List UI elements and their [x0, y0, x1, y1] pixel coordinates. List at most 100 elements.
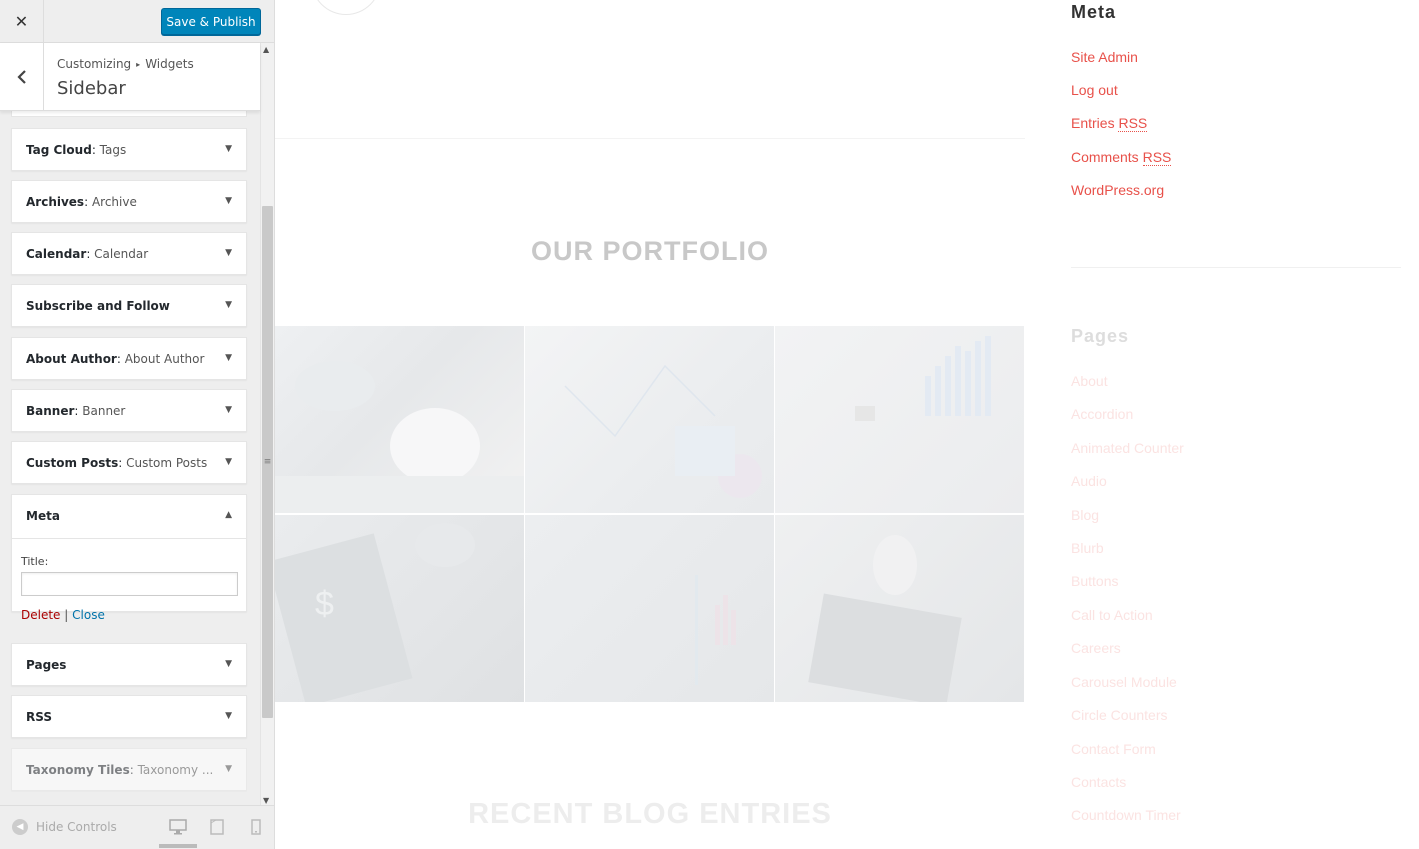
chevron-down-icon[interactable]: ▼ — [225, 764, 232, 774]
delete-link[interactable]: Delete — [21, 608, 60, 622]
pages-widget-heading: Pages — [1071, 326, 1130, 346]
widget-tag-cloud[interactable]: Tag Cloud: Tags ▼ — [11, 128, 247, 171]
blog-heading: RECENT BLOG ENTRIES — [468, 798, 832, 830]
customizer-header-actions: ✕ Save & Publish — [0, 0, 274, 43]
chevron-down-icon[interactable]: ▼ — [225, 196, 232, 206]
chevron-down-icon[interactable]: ▼ — [225, 711, 232, 721]
widget-about-author[interactable]: About Author: About Author ▼ — [11, 337, 247, 380]
portfolio-tile[interactable] — [275, 326, 524, 513]
widget-custom-posts[interactable]: Custom Posts: Custom Posts ▼ — [11, 441, 247, 484]
page-link[interactable]: Contacts — [1071, 774, 1126, 790]
chevron-down-icon[interactable]: ▼ — [225, 659, 232, 669]
panel-scrollbar[interactable]: ▲ ≡ ▼ — [260, 43, 274, 805]
site-preview: OUR PORTFOLIO $ RECENT BLOG ENTRIES Meta… — [275, 0, 1419, 849]
page-link[interactable]: Audio — [1071, 473, 1107, 489]
portfolio-tile[interactable] — [525, 515, 774, 702]
hide-controls-button[interactable]: ◀ Hide Controls — [12, 819, 117, 835]
collapse-arrow-icon: ◀ — [12, 819, 28, 835]
comments-label: Comments — [1071, 149, 1139, 165]
widget-rss[interactable]: RSS ▼ — [11, 695, 247, 738]
page-link[interactable]: Countdown Timer — [1071, 807, 1181, 823]
widget-type: Calendar — [26, 247, 87, 261]
mobile-preview-icon[interactable] — [247, 818, 265, 836]
section-header: Customizing ▸ Widgets Sidebar — [0, 43, 260, 111]
chevron-down-icon[interactable]: ▼ — [225, 457, 232, 467]
title-input[interactable] — [21, 572, 238, 596]
comments-rss-link[interactable]: Comments RSS — [1071, 149, 1172, 166]
widget-pages[interactable]: Pages ▼ — [11, 643, 247, 686]
widget-type: Pages — [26, 658, 67, 672]
wordpress-org-link[interactable]: WordPress.org — [1071, 182, 1164, 198]
widget-subscribe-follow[interactable]: Subscribe and Follow ▼ — [11, 284, 247, 327]
site-admin-link[interactable]: Site Admin — [1071, 49, 1138, 65]
widget-instance: Banner — [82, 404, 126, 418]
scroll-down-arrow-icon[interactable]: ▼ — [263, 796, 269, 805]
customizer-panel: Tag Cloud: Tags ▼ Archives: Archive ▼ Ca… — [0, 0, 275, 849]
scrollbar-thumb[interactable]: ≡ — [262, 206, 273, 718]
page-link[interactable]: Circle Counters — [1071, 707, 1167, 723]
page-link[interactable]: Accordion — [1071, 406, 1133, 422]
widget-instance: Calendar — [94, 247, 149, 261]
widget-calendar[interactable]: Calendar: Calendar ▼ — [11, 232, 247, 275]
chevron-down-icon[interactable]: ▼ — [225, 405, 232, 415]
chevron-down-icon[interactable]: ▼ — [225, 353, 232, 363]
sidebar-divider — [1071, 267, 1401, 268]
title-label: Title: — [21, 555, 49, 568]
page-link[interactable]: Carousel Module — [1071, 674, 1177, 690]
widget-instance: Custom Posts — [126, 456, 208, 470]
page-link[interactable]: Contact Form — [1071, 741, 1156, 757]
portfolio-tile[interactable] — [775, 326, 1024, 513]
page-link[interactable]: Careers — [1071, 640, 1121, 656]
widget-meta-header[interactable]: Meta — [26, 509, 60, 523]
back-button[interactable] — [0, 43, 44, 111]
chevron-up-icon[interactable]: ▲ — [225, 510, 232, 520]
widget-instance: Tags — [99, 143, 127, 157]
page-link[interactable]: Buttons — [1071, 573, 1118, 589]
portfolio-tile[interactable] — [775, 515, 1024, 702]
widget-meta-expanded: Meta ▲ Title: Delete | Close — [11, 494, 247, 622]
widget-type: Subscribe and Follow — [26, 299, 170, 313]
page-link[interactable]: Animated Counter — [1071, 440, 1184, 456]
page-link[interactable]: Blog — [1071, 507, 1099, 523]
portfolio-tile[interactable] — [525, 326, 774, 513]
widget-instance: Archive — [91, 195, 137, 209]
widget-banner[interactable]: Banner: Banner ▼ — [11, 389, 247, 432]
chevron-down-icon[interactable]: ▼ — [225, 248, 232, 258]
close-customizer-button[interactable]: ✕ — [0, 0, 44, 43]
portfolio-grid: $ — [275, 326, 1025, 703]
breadcrumb-root: Customizing — [57, 57, 132, 71]
chevron-down-icon[interactable]: ▼ — [225, 144, 232, 154]
entries-rss-link[interactable]: Entries RSS — [1071, 115, 1148, 132]
widget-type: RSS — [26, 710, 52, 724]
breadcrumb-current: Widgets — [145, 57, 194, 71]
section-title: Sidebar — [57, 78, 126, 99]
close-link[interactable]: Close — [72, 608, 105, 622]
widget-instance: Taxonomy ... — [137, 763, 214, 777]
portfolio-tile[interactable]: $ — [275, 515, 524, 702]
desktop-preview-icon[interactable] — [169, 818, 187, 836]
widget-type: Custom Posts — [26, 456, 119, 470]
tablet-preview-icon[interactable] — [208, 818, 226, 836]
customizer-footer: ◀ Hide Controls — [0, 805, 274, 849]
rss-abbr: RSS — [1118, 115, 1148, 132]
chevron-down-icon[interactable]: ▼ — [225, 300, 232, 310]
hide-controls-label: Hide Controls — [36, 820, 117, 834]
page-link[interactable]: Call to Action — [1071, 607, 1153, 623]
save-publish-button[interactable]: Save & Publish — [161, 8, 261, 35]
entries-label: Entries — [1071, 115, 1115, 131]
page-link[interactable]: Blurb — [1071, 540, 1104, 556]
widget-type: About Author — [26, 352, 117, 366]
widget-type: Tag Cloud — [26, 143, 92, 157]
widget-archives[interactable]: Archives: Archive ▼ — [11, 180, 247, 223]
log-out-link[interactable]: Log out — [1071, 82, 1118, 98]
actions-divider: | — [64, 608, 69, 622]
widget-type: Archives — [26, 195, 85, 209]
breadcrumb-separator: ▸ — [136, 60, 141, 69]
active-device-indicator — [159, 844, 197, 848]
widget-meta-form: Title: Delete | Close — [12, 538, 246, 622]
widget-taxonomy-tiles[interactable]: Taxonomy Tiles: Taxonomy ... ▼ — [11, 748, 247, 791]
widget-type: Taxonomy Tiles — [26, 763, 130, 777]
widget-type: Meta — [26, 509, 60, 523]
scroll-up-arrow-icon[interactable]: ▲ — [263, 45, 269, 54]
page-link[interactable]: About — [1071, 373, 1108, 389]
